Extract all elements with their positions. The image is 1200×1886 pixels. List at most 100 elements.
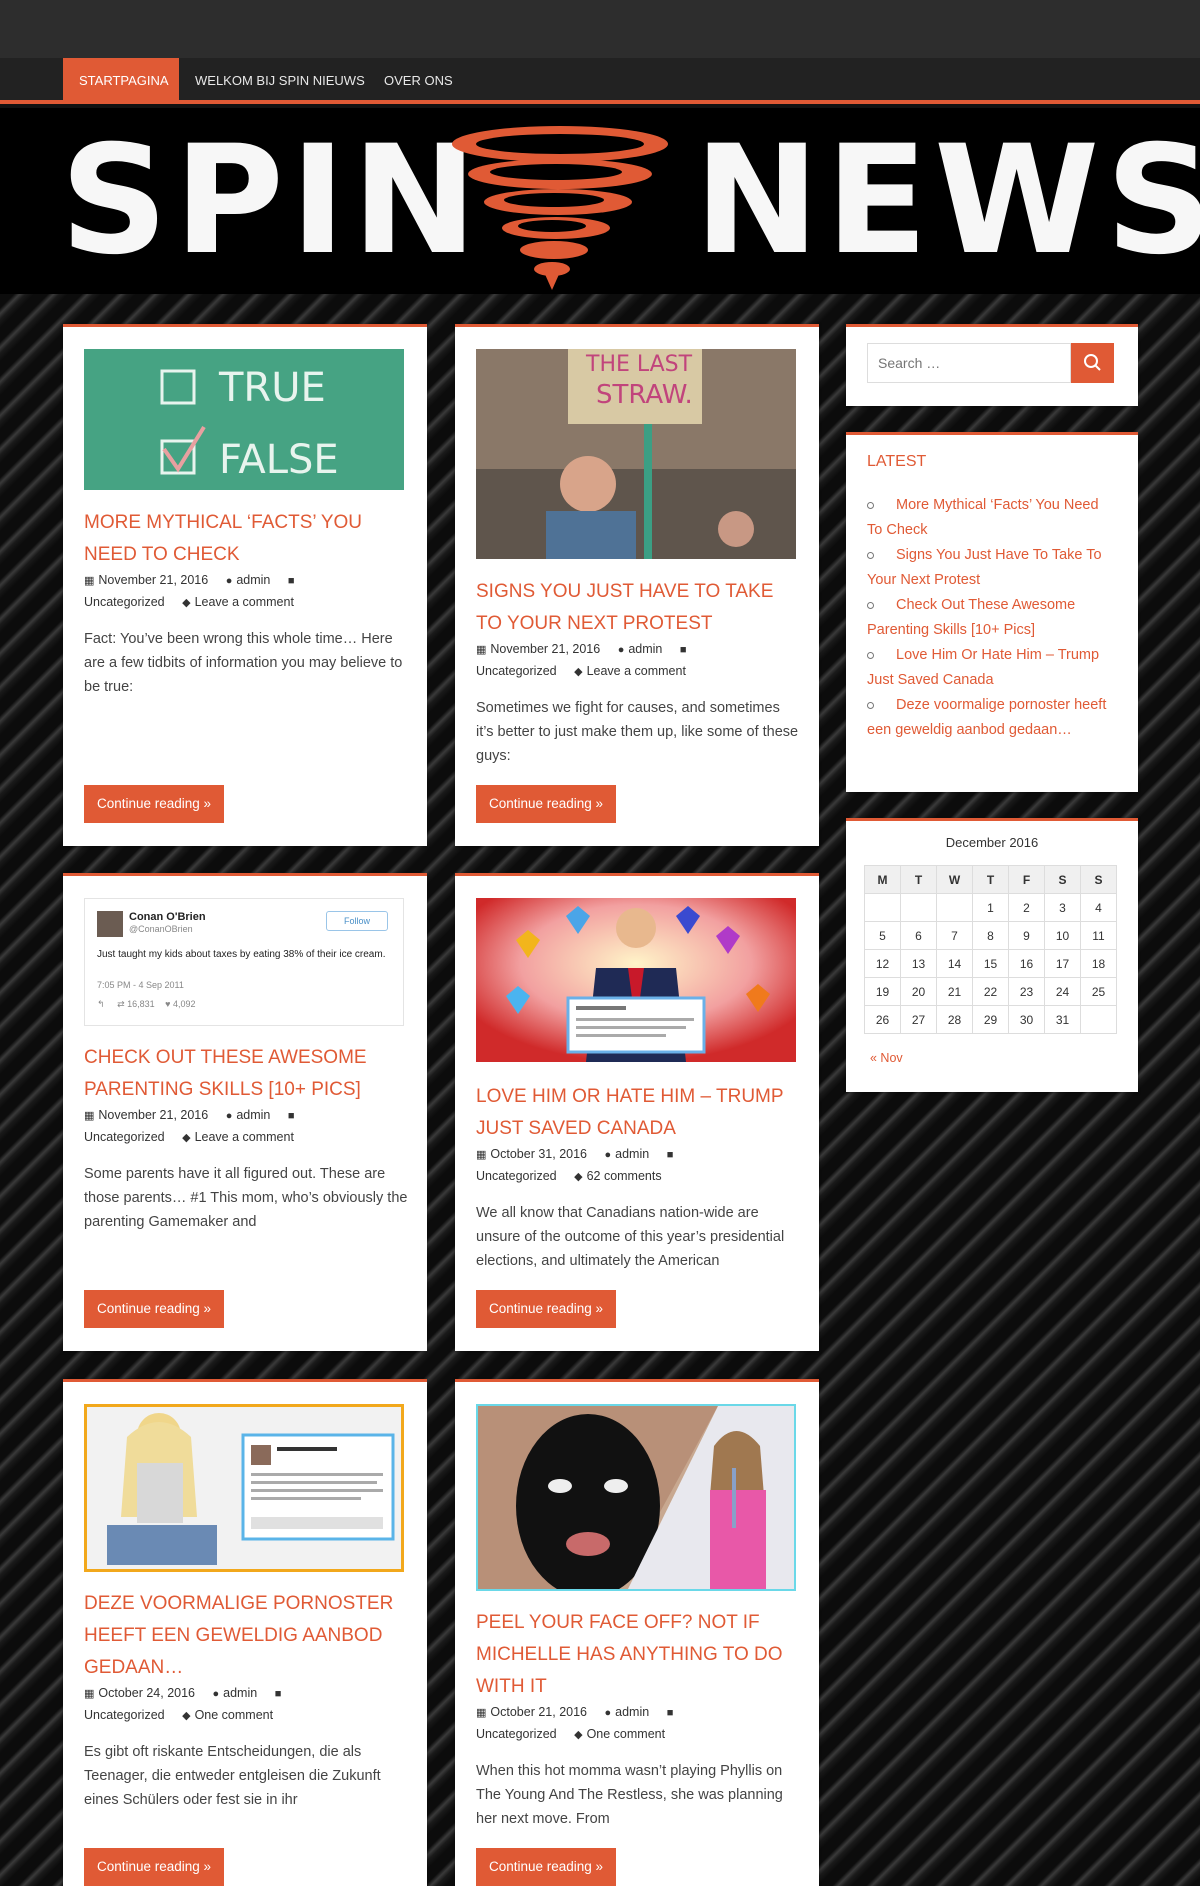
tweet-handle: @ConanOBrien: [129, 924, 193, 934]
circle-bullet-icon: [867, 701, 874, 709]
post-date[interactable]: October 21, 2016: [490, 1705, 587, 1719]
post-category[interactable]: Uncategorized: [84, 1130, 165, 1144]
calendar-day: [864, 893, 901, 922]
nav-item-welkom[interactable]: WELKOM BIJ SPIN NIEUWS: [179, 58, 381, 104]
post-category[interactable]: Uncategorized: [476, 1727, 557, 1741]
post-author[interactable]: admin: [223, 1686, 257, 1700]
tweet-time: 7:05 PM - 4 Sep 2011: [97, 980, 184, 990]
follow-button[interactable]: Follow: [326, 911, 388, 931]
post-comments-link[interactable]: Leave a comment: [195, 595, 294, 609]
post-comments-link[interactable]: Leave a comment: [195, 1130, 294, 1144]
calendar-day: 7: [936, 921, 973, 950]
post-comments-link[interactable]: One comment: [587, 1727, 666, 1741]
post-date[interactable]: October 31, 2016: [490, 1147, 587, 1161]
calendar-day: 6: [900, 921, 937, 950]
post-category[interactable]: Uncategorized: [84, 1708, 165, 1722]
post-title[interactable]: SIGNS YOU JUST HAVE TO TAKE TO YOUR NEXT…: [476, 576, 800, 640]
post-title[interactable]: DEZE VOORMALIGE PORNOSTER HEEFT EEN GEWE…: [84, 1588, 408, 1684]
post-category[interactable]: Uncategorized: [476, 1169, 557, 1183]
post-author[interactable]: admin: [615, 1705, 649, 1719]
calendar-table: M T W T F S S 1 2 3 4 5 6 7 8 9 10 11 12…: [864, 865, 1117, 1034]
comment-icon: ◆: [182, 1710, 191, 1722]
latest-post-link[interactable]: Signs You Just Have To Take To Your Next…: [867, 547, 1102, 588]
post-author[interactable]: admin: [628, 642, 662, 656]
post-comments-link[interactable]: Leave a comment: [587, 664, 686, 678]
post-author[interactable]: admin: [236, 573, 270, 587]
circle-bullet-icon: [867, 501, 874, 509]
sign-text-line1: THE LAST: [585, 352, 693, 377]
post-card: DEZE VOORMALIGE PORNOSTER HEEFT EEN GEWE…: [63, 1379, 427, 1886]
latest-post-link[interactable]: More Mythical ‘Facts’ You Need To Check: [867, 497, 1099, 538]
post-category[interactable]: Uncategorized: [84, 595, 165, 609]
post-date[interactable]: October 24, 2016: [98, 1686, 195, 1700]
latest-post-item: More Mythical ‘Facts’ You Need To Check: [867, 493, 1117, 543]
post-meta: ▦ October 24, 2016 ● admin ■ Uncategorized…: [84, 1683, 408, 1727]
post-title[interactable]: CHECK OUT THESE AWESOME PARENTING SKILLS…: [84, 1042, 408, 1106]
post-author[interactable]: admin: [615, 1147, 649, 1161]
folder-icon: ■: [679, 644, 687, 656]
post-author[interactable]: admin: [236, 1108, 270, 1122]
post-date[interactable]: November 21, 2016: [98, 573, 208, 587]
post-meta: ▦ November 21, 2016 ● admin ■ Uncategorize…: [476, 639, 800, 683]
search-input[interactable]: [867, 343, 1071, 383]
image-text-false: FALSE: [219, 437, 339, 483]
post-meta: ▦ October 31, 2016 ● admin ■ Uncategorized…: [476, 1144, 800, 1188]
calendar-prev-month-link[interactable]: « Nov: [870, 1051, 903, 1065]
latest-post-item: Love Him Or Hate Him – Trump Just Saved …: [867, 643, 1117, 693]
retweet-icon[interactable]: ⇄: [117, 999, 125, 1009]
post-comments-link[interactable]: 62 comments: [587, 1169, 662, 1183]
post-thumbnail[interactable]: [476, 898, 796, 1062]
continue-reading-button[interactable]: Continue reading »: [84, 1290, 224, 1328]
post-card: THE LAST STRAW. SIGNS YOU JUST HAVE TO T…: [455, 324, 819, 846]
continue-reading-button[interactable]: Continue reading »: [476, 1848, 616, 1886]
calendar-day-header: T: [972, 865, 1009, 894]
post-title[interactable]: LOVE HIM OR HATE HIM – TRUMP JUST SAVED …: [476, 1081, 800, 1145]
latest-post-item: Signs You Just Have To Take To Your Next…: [867, 543, 1117, 593]
nav-item-startpagina[interactable]: STARTPAGINA: [63, 58, 179, 104]
calendar-day: 4: [1080, 893, 1117, 922]
model-tweet-image: [87, 1407, 401, 1569]
post-thumbnail[interactable]: TRUE FALSE: [84, 349, 404, 490]
calendar-day: [900, 893, 937, 922]
logo-text-news[interactable]: NEWS: [694, 122, 1200, 280]
continue-reading-button[interactable]: Continue reading »: [84, 1848, 224, 1886]
user-icon: ●: [604, 1149, 612, 1161]
nav-item-over-ons[interactable]: OVER ONS: [368, 58, 469, 104]
logo-text-spin[interactable]: SPIN: [60, 122, 483, 280]
continue-reading-button[interactable]: Continue reading »: [476, 1290, 616, 1328]
latest-post-link[interactable]: Check Out These Awesome Parenting Skills…: [867, 597, 1075, 638]
post-meta: ▦ October 21, 2016 ● admin ■ Uncategorized…: [476, 1702, 800, 1746]
latest-post-link[interactable]: Deze voormalige pornoster heeft een gewe…: [867, 697, 1106, 738]
trump-canada-image: [476, 898, 796, 1062]
post-thumbnail[interactable]: Conan O'Brien @ConanOBrien Follow Just t…: [84, 898, 404, 1026]
post-category[interactable]: Uncategorized: [476, 664, 557, 678]
post-thumbnail[interactable]: [476, 1404, 796, 1591]
continue-reading-button[interactable]: Continue reading »: [84, 785, 224, 823]
post-date[interactable]: November 21, 2016: [98, 1108, 208, 1122]
search-widget: [846, 324, 1138, 406]
search-button[interactable]: [1071, 343, 1114, 383]
heart-icon[interactable]: ♥: [165, 999, 170, 1009]
post-thumbnail[interactable]: THE LAST STRAW.: [476, 349, 796, 559]
continue-reading-button[interactable]: Continue reading »: [476, 785, 616, 823]
avatar: [97, 911, 123, 937]
calendar-day-header: W: [936, 865, 973, 894]
post-title[interactable]: PEEL YOUR FACE OFF? NOT IF MICHELLE HAS …: [476, 1607, 800, 1703]
post-title[interactable]: MORE MYTHICAL ‘FACTS’ YOU NEED TO CHECK: [84, 507, 408, 571]
post-meta: ▦ November 21, 2016 ● admin ■ Uncategorize…: [84, 570, 408, 614]
calendar-icon: ▦: [84, 575, 95, 587]
user-icon: ●: [225, 1110, 233, 1122]
post-date[interactable]: November 21, 2016: [490, 642, 600, 656]
post-comments-link[interactable]: One comment: [195, 1708, 274, 1722]
calendar-day: [936, 893, 973, 922]
calendar-widget: December 2016 M T W T F S S 1 2 3 4 5 6 …: [846, 818, 1138, 1092]
post-thumbnail[interactable]: [84, 1404, 404, 1572]
reply-icon[interactable]: ↰: [97, 999, 105, 1009]
calendar-day: [1080, 1005, 1117, 1034]
calendar-caption: December 2016: [945, 835, 1039, 850]
calendar-day: 12: [864, 949, 901, 978]
post-excerpt: We all know that Canadians nation-wide a…: [476, 1205, 785, 1269]
site-header: SPIN NEWS: [0, 108, 1200, 294]
latest-post-item: Check Out These Awesome Parenting Skills…: [867, 593, 1117, 643]
latest-post-link[interactable]: Love Him Or Hate Him – Trump Just Saved …: [867, 647, 1099, 688]
